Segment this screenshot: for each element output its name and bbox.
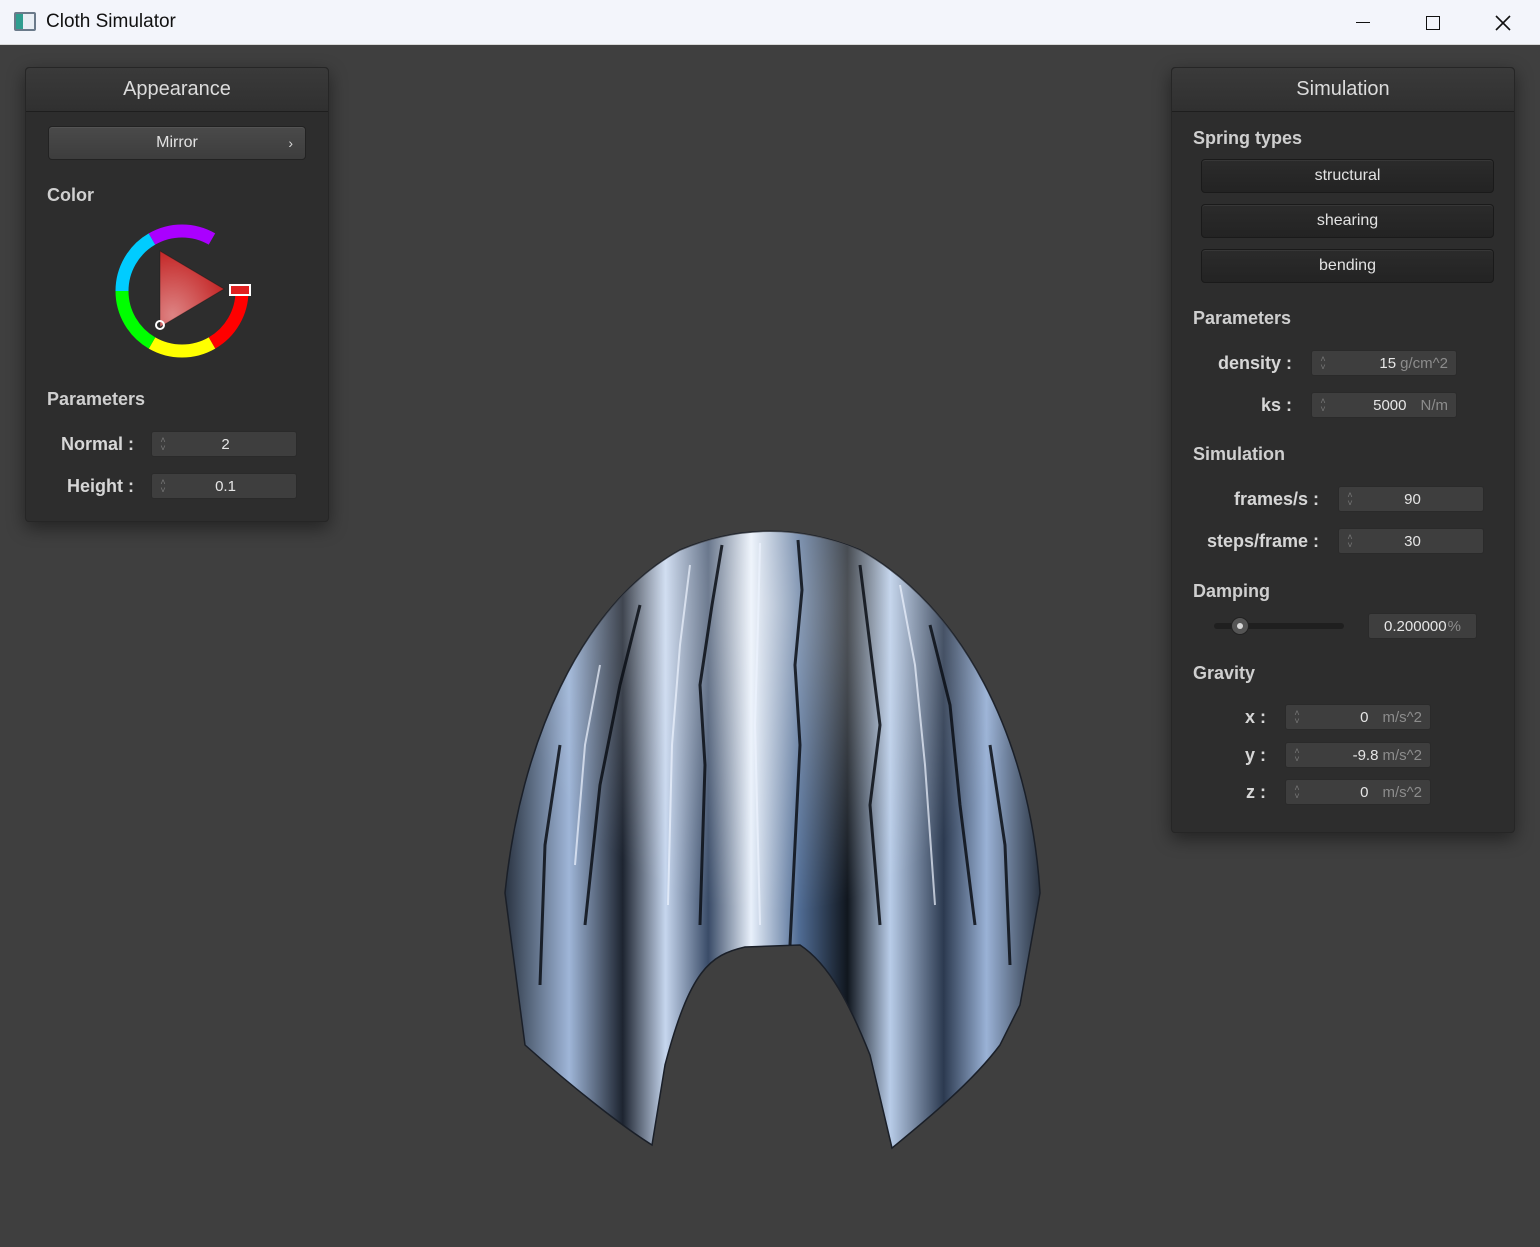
- gravity-z-input[interactable]: ˄ ˅ 0 m/s^2: [1285, 779, 1431, 805]
- gravity-y-input[interactable]: ˄ ˅ -9.8 m/s^2: [1285, 742, 1431, 768]
- shader-selector-label: Mirror: [156, 134, 198, 151]
- height-label: Height :: [67, 476, 134, 496]
- steps-input[interactable]: ˄ ˅ 30: [1338, 528, 1484, 554]
- simulation-parameters-label: Parameters: [1193, 308, 1292, 328]
- gravity-x-label: x :: [1244, 707, 1266, 727]
- ks-input[interactable]: ˄ ˅ 5000 N/m: [1311, 392, 1457, 418]
- simulation-panel: Simulation Spring types structural shear…: [1171, 67, 1515, 833]
- appearance-parameters-label: Parameters: [47, 389, 146, 409]
- damping-value-field[interactable]: 0.200000 %: [1368, 613, 1477, 639]
- spinner-icon[interactable]: ˄ ˅: [1289, 705, 1305, 729]
- spinner-icon[interactable]: ˄ ˅: [1289, 780, 1305, 804]
- minimize-icon: [1356, 21, 1370, 24]
- simulation-section-label: Simulation: [1193, 444, 1286, 464]
- app-window-icon: [14, 12, 36, 31]
- window-title: Cloth Simulator: [46, 11, 176, 32]
- frames-input[interactable]: ˄ ˅ 90: [1338, 486, 1484, 512]
- chevron-right-icon: ›: [288, 135, 293, 151]
- window-titlebar: Cloth Simulator: [0, 0, 1540, 45]
- spinner-icon[interactable]: ˄ ˅: [1342, 529, 1358, 553]
- normal-label: Normal :: [60, 434, 134, 454]
- gravity-x-input[interactable]: ˄ ˅ 0 m/s^2: [1285, 704, 1431, 730]
- spinner-icon[interactable]: ˄ ˅: [155, 432, 171, 456]
- gravity-y-label: y :: [1244, 745, 1266, 765]
- steps-label: steps/frame :: [1206, 531, 1319, 551]
- height-input[interactable]: ˄ ˅ 0.1: [151, 473, 297, 499]
- appearance-panel: Appearance Mirror › Color Parameters Nor…: [25, 67, 329, 522]
- minimize-button[interactable]: [1328, 0, 1398, 45]
- close-icon: [1495, 14, 1511, 31]
- spring-types-label: Spring types: [1193, 128, 1303, 148]
- appearance-header: Appearance: [26, 68, 328, 112]
- gravity-label: Gravity: [1193, 663, 1256, 683]
- spinner-icon[interactable]: ˄ ˅: [1315, 351, 1331, 375]
- frames-label: frames/s :: [1233, 489, 1319, 509]
- hue-picker-handle: [229, 284, 251, 296]
- maximize-button[interactable]: [1398, 0, 1468, 45]
- density-label: density :: [1217, 353, 1292, 373]
- close-button[interactable]: [1468, 0, 1538, 45]
- shearing-spring-button[interactable]: shearing: [1201, 204, 1494, 238]
- structural-spring-button[interactable]: structural: [1201, 159, 1494, 193]
- spinner-icon[interactable]: ˄ ˅: [1315, 393, 1331, 417]
- color-label: Color: [47, 185, 94, 205]
- bending-spring-button[interactable]: bending: [1201, 249, 1494, 283]
- damping-label: Damping: [1193, 581, 1271, 601]
- gravity-z-label: z :: [1246, 782, 1266, 802]
- spinner-icon[interactable]: ˄ ˅: [1342, 487, 1358, 511]
- color-wheel[interactable]: [112, 221, 252, 361]
- damping-slider-knob[interactable]: [1231, 617, 1249, 635]
- normal-input[interactable]: ˄ ˅ 2: [151, 431, 297, 457]
- maximize-icon: [1426, 15, 1440, 30]
- simulation-header: Simulation: [1172, 68, 1514, 112]
- density-input[interactable]: ˄ ˅ 15 g/cm^2: [1311, 350, 1457, 376]
- shader-selector-button[interactable]: Mirror ›: [48, 126, 306, 160]
- ks-label: ks :: [1260, 395, 1292, 415]
- spinner-icon[interactable]: ˄ ˅: [1289, 743, 1305, 767]
- spinner-icon[interactable]: ˄ ˅: [155, 474, 171, 498]
